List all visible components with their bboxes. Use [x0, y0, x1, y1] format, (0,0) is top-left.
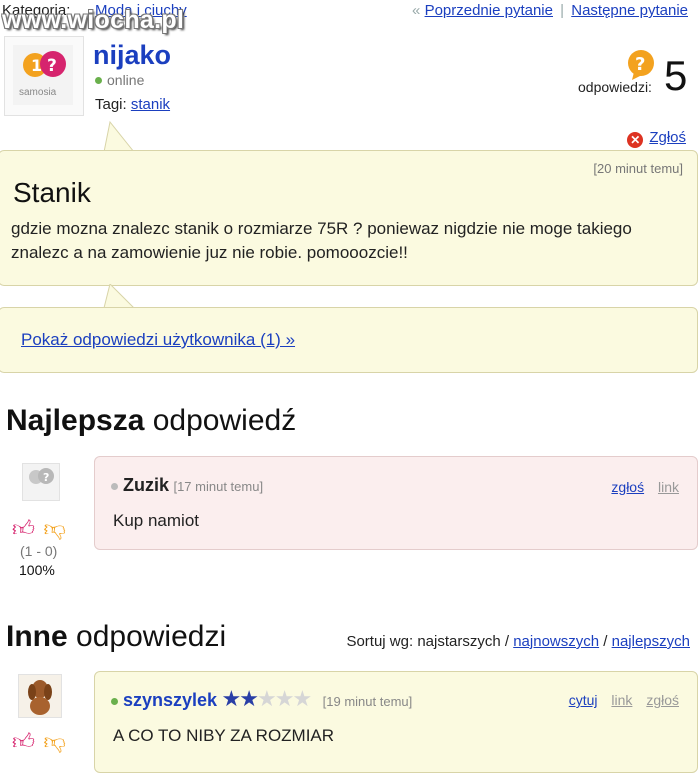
- sort-current: najstarszych: [417, 633, 501, 650]
- answer-author: szynszylek ★★★★★ [19 minut temu]: [111, 686, 412, 712]
- other-heading-rest: odpowiedzi: [76, 620, 227, 653]
- report-answer-link[interactable]: zgłoś: [646, 692, 679, 708]
- sort-label: Sortuj wg:: [346, 633, 414, 650]
- show-user-answers-link[interactable]: Pokaż odpowiedzi użytkownika (1) »: [21, 330, 295, 350]
- answer-author: Zuzik [17 minut temu]: [111, 475, 263, 496]
- vote-percent: 100%: [19, 562, 55, 578]
- avatar[interactable]: ?: [22, 463, 60, 501]
- sort-best-link[interactable]: najlepszych: [612, 633, 690, 650]
- svg-text:1: 1: [31, 56, 42, 75]
- answer-actions: cytuj link zgłoś: [569, 692, 679, 708]
- nav-separator: |: [560, 2, 565, 19]
- report-x-icon: ✕: [627, 132, 644, 148]
- svg-text:?: ?: [47, 56, 57, 76]
- answers-label: odpowiedzi:: [578, 79, 652, 95]
- user-name[interactable]: nijako: [93, 40, 171, 71]
- dog-avatar-icon: [28, 680, 52, 715]
- best-heading-rest: odpowiedź: [152, 404, 297, 437]
- sort-options: Sortuj wg: najstarszych / najnowszych / …: [346, 633, 690, 650]
- other-heading-bold: Inne: [6, 620, 68, 653]
- vote-buttons: 👍︎ 👎︎: [12, 728, 66, 755]
- thumbs-down-icon[interactable]: 👎︎: [43, 729, 65, 754]
- user-answers-bubble: Pokaż odpowiedzi użytkownika (1) »: [0, 307, 698, 373]
- sort-separator: /: [504, 633, 510, 650]
- avatar[interactable]: [18, 674, 62, 718]
- answer-text: Kup namiot: [113, 511, 199, 530]
- answer-time: [19 minut temu]: [322, 694, 413, 709]
- star-filled-icon: ★: [239, 686, 259, 711]
- other-answers-heading: Inne odpowiedzi: [6, 620, 226, 654]
- answer-actions: zgłoś link: [611, 479, 679, 495]
- thumbs-up-icon[interactable]: 👍︎: [12, 516, 35, 541]
- top-bar: Kategoria: Moda i ciuchy www.wiocha.pl «…: [0, 0, 698, 34]
- thumbs-up-icon[interactable]: 👍︎: [12, 729, 35, 754]
- star-empty-icon: ★: [292, 686, 312, 711]
- star-empty-icon: ★: [256, 686, 277, 711]
- best-heading-bold: Najlepsza: [6, 404, 145, 437]
- question-bubble: [20 minut temu] Stanik gdzie mozna znale…: [0, 150, 698, 286]
- answer-link[interactable]: link: [611, 692, 632, 708]
- answer-link[interactable]: link: [658, 479, 679, 495]
- answers-count: 5: [664, 52, 688, 99]
- report-question[interactable]: ✕ Zgłoś: [627, 129, 686, 148]
- best-answer-bubble: Zuzik [17 minut temu] zgłoś link Kup nam…: [94, 456, 698, 550]
- user-status: online: [95, 72, 144, 88]
- vote-counts: (1 - 0): [20, 543, 58, 559]
- answer-user[interactable]: Zuzik: [123, 475, 169, 495]
- answer-text: A CO TO NIBY ZA ROZMIAR: [113, 726, 335, 745]
- bubble-pointer-icon: [103, 120, 136, 154]
- tag-link[interactable]: stanik: [131, 96, 170, 113]
- samosia-logo-icon: 1 ? samosia: [13, 45, 73, 105]
- tags-label: Tagi:: [95, 96, 127, 113]
- report-link[interactable]: Zgłoś: [649, 129, 686, 146]
- star-filled-icon: ★: [221, 686, 242, 711]
- prev-question-link[interactable]: Poprzednie pytanie: [425, 2, 553, 19]
- svg-text:?: ?: [43, 471, 49, 484]
- report-answer-link[interactable]: zgłoś: [611, 479, 644, 495]
- rating-stars-icon: ★★★★★: [221, 686, 313, 711]
- star-empty-icon: ★: [274, 686, 295, 711]
- thumbs-down-icon[interactable]: 👎︎: [43, 516, 65, 541]
- samosia-logo-icon: ?: [29, 468, 54, 484]
- other-answer-bubble: szynszylek ★★★★★ [19 minut temu] cytuj l…: [94, 671, 698, 773]
- sort-separator: /: [603, 633, 608, 650]
- offline-dot-icon: [111, 483, 118, 490]
- sort-newest-link[interactable]: najnowszych: [513, 633, 599, 650]
- question-body: gdzie mozna znalezc stanik o rozmiarze 7…: [11, 219, 632, 262]
- avatar[interactable]: 1 ? samosia: [4, 36, 84, 116]
- question-nav: « Poprzednie pytanie | Następne pytanie: [412, 2, 688, 19]
- vote-buttons: 👍︎ 👎︎: [12, 515, 66, 542]
- online-dot-icon: [111, 698, 118, 705]
- answer-user[interactable]: szynszylek: [123, 690, 217, 710]
- svg-text:?: ?: [635, 54, 645, 75]
- answer-time: [17 minut temu]: [173, 479, 264, 494]
- avatar-logo-text: samosia: [19, 87, 57, 98]
- tags: Tagi: stanik: [95, 96, 170, 113]
- status-text: online: [107, 72, 145, 88]
- question-title: Stanik: [13, 177, 91, 208]
- online-dot-icon: [95, 77, 102, 84]
- watermark: www.wiocha.pl: [2, 6, 185, 34]
- question-time: [20 minut temu]: [593, 161, 683, 176]
- nav-quote: «: [412, 2, 421, 19]
- next-question-link[interactable]: Następne pytanie: [571, 2, 688, 19]
- quote-link[interactable]: cytuj: [569, 692, 598, 708]
- best-answer-heading: Najlepsza odpowiedź: [6, 404, 296, 438]
